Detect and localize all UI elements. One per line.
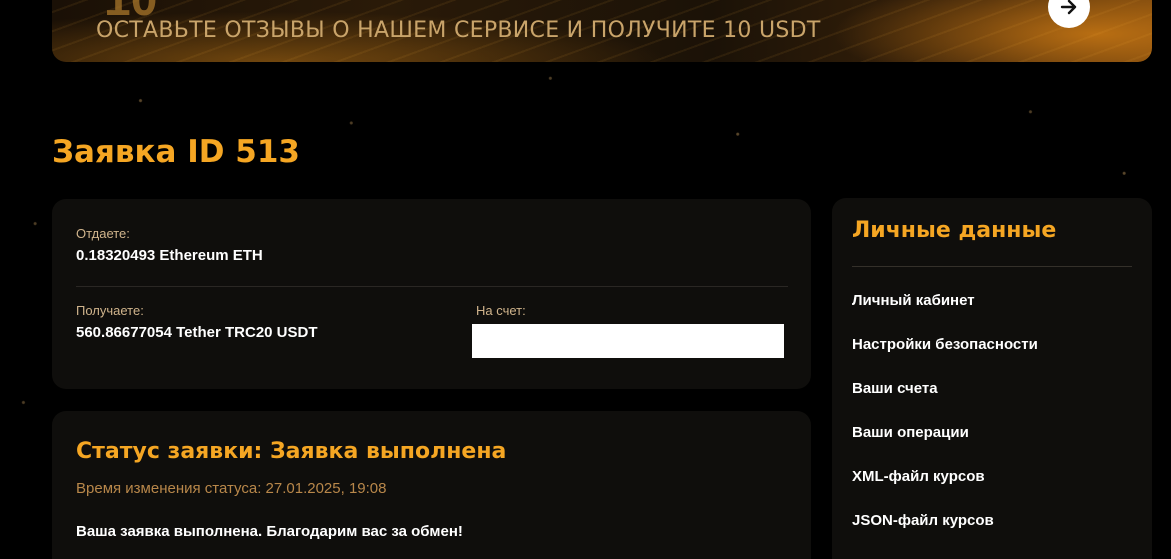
sidebar-item-operations[interactable]: Ваши операции (852, 424, 1038, 468)
order-details-card: Отдаете: 0.18320493 Ethereum ETH Получае… (52, 199, 811, 389)
give-label: Отдаете: (76, 226, 130, 241)
sidebar-divider (852, 266, 1132, 267)
status-card: Статус заявки: Заявка выполнена Время из… (52, 411, 811, 559)
sidebar-item-accounts[interactable]: Ваши счета (852, 380, 1038, 424)
sidebar-title: Личные данные (852, 218, 1057, 243)
sidebar-item-security[interactable]: Настройки безопасности (852, 336, 1038, 380)
personal-data-sidebar: Личные данные Личный кабинет Настройки б… (832, 198, 1152, 559)
give-value: 0.18320493 Ethereum ETH (76, 247, 263, 264)
sidebar-item-json-rates[interactable]: JSON-файл курсов (852, 512, 1038, 556)
arrow-right-icon-glyph (1060, 0, 1077, 15)
receive-value: 560.86677054 Tether TRC20 USDT (76, 324, 318, 341)
account-label: На счет: (476, 303, 526, 318)
sidebar-menu: Личный кабинет Настройки безопасности Ва… (852, 292, 1038, 556)
page: 10 ОСТАВЬТЕ ОТЗЫВЫ О НАШЕМ СЕРВИСЕ И ПОЛ… (0, 0, 1171, 559)
sidebar-item-xml-rates[interactable]: XML-файл курсов (852, 468, 1038, 512)
account-value-redacted (472, 324, 784, 358)
sidebar-item-account[interactable]: Личный кабинет (852, 292, 1038, 336)
status-time: Время изменения статуса: 27.01.2025, 19:… (76, 480, 387, 497)
page-title: Заявка ID 513 (52, 134, 300, 170)
order-divider (76, 286, 788, 287)
status-title: Статус заявки: Заявка выполнена (76, 439, 507, 464)
status-message: Ваша заявка выполнена. Благодарим вас за… (76, 523, 463, 540)
receive-label: Получаете: (76, 303, 144, 318)
promo-banner[interactable]: 10 ОСТАВЬТЕ ОТЗЫВЫ О НАШЕМ СЕРВИСЕ И ПОЛ… (52, 0, 1152, 62)
banner-text: ОСТАВЬТЕ ОТЗЫВЫ О НАШЕМ СЕРВИСЕ И ПОЛУЧИ… (96, 18, 821, 43)
arrow-right-icon[interactable] (1048, 0, 1090, 28)
